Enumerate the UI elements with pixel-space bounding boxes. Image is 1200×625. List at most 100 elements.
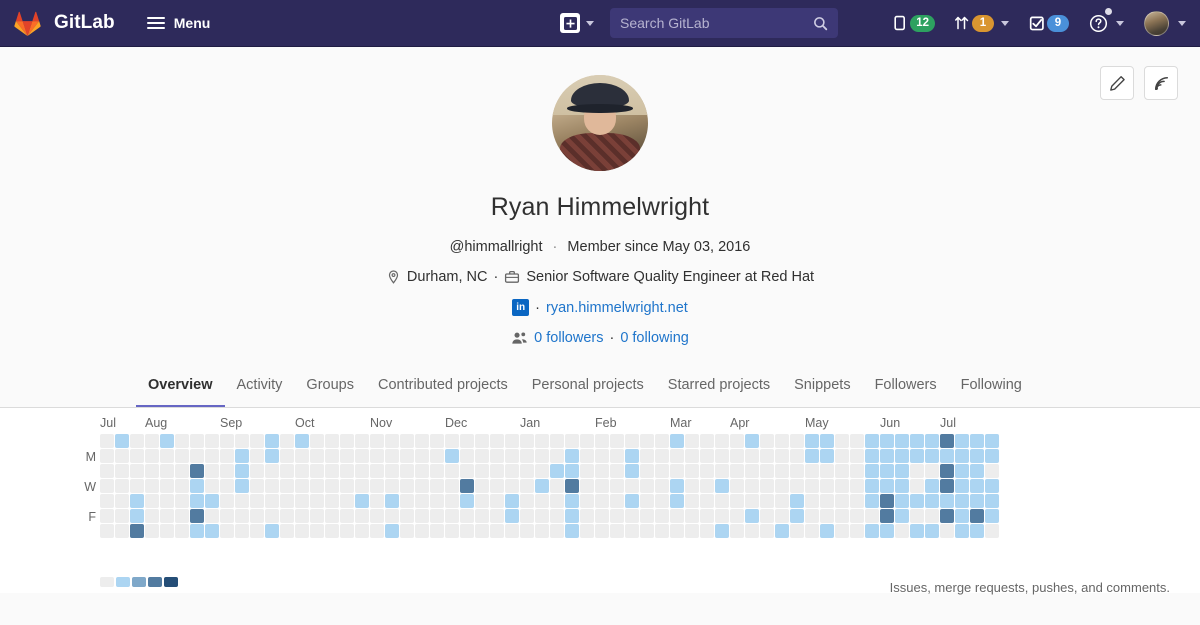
calendar-day-cell[interactable] <box>805 449 819 463</box>
calendar-day-cell[interactable] <box>355 479 369 493</box>
calendar-day-cell[interactable] <box>340 449 354 463</box>
calendar-day-cell[interactable] <box>595 434 609 448</box>
calendar-day-cell[interactable] <box>715 524 729 538</box>
calendar-day-cell[interactable] <box>790 494 804 508</box>
calendar-day-cell[interactable] <box>115 479 129 493</box>
calendar-day-cell[interactable] <box>730 449 744 463</box>
calendar-day-cell[interactable] <box>280 494 294 508</box>
calendar-day-cell[interactable] <box>310 524 324 538</box>
calendar-day-cell[interactable] <box>220 479 234 493</box>
calendar-day-cell[interactable] <box>505 449 519 463</box>
calendar-day-cell[interactable] <box>190 494 204 508</box>
calendar-day-cell[interactable] <box>580 464 594 478</box>
tab-activity[interactable]: Activity <box>225 368 295 407</box>
calendar-day-cell[interactable] <box>310 494 324 508</box>
calendar-day-cell[interactable] <box>865 434 879 448</box>
help-nav-item[interactable] <box>1089 14 1124 33</box>
calendar-day-cell[interactable] <box>940 434 954 448</box>
calendar-day-cell[interactable] <box>550 434 564 448</box>
calendar-day-cell[interactable] <box>775 524 789 538</box>
calendar-day-cell[interactable] <box>985 494 999 508</box>
calendar-day-cell[interactable] <box>880 524 894 538</box>
calendar-day-cell[interactable] <box>640 464 654 478</box>
calendar-day-cell[interactable] <box>520 479 534 493</box>
calendar-day-cell[interactable] <box>385 494 399 508</box>
calendar-day-cell[interactable] <box>415 494 429 508</box>
calendar-day-cell[interactable] <box>370 449 384 463</box>
calendar-day-cell[interactable] <box>790 479 804 493</box>
tab-groups[interactable]: Groups <box>294 368 366 407</box>
calendar-day-cell[interactable] <box>250 464 264 478</box>
calendar-day-cell[interactable] <box>910 509 924 523</box>
calendar-day-cell[interactable] <box>550 494 564 508</box>
create-new-button[interactable] <box>560 13 580 33</box>
calendar-day-cell[interactable] <box>715 449 729 463</box>
tab-followers[interactable]: Followers <box>863 368 949 407</box>
calendar-day-cell[interactable] <box>460 464 474 478</box>
calendar-day-cell[interactable] <box>130 494 144 508</box>
calendar-day-cell[interactable] <box>265 434 279 448</box>
calendar-day-cell[interactable] <box>550 464 564 478</box>
calendar-day-cell[interactable] <box>790 464 804 478</box>
calendar-day-cell[interactable] <box>505 434 519 448</box>
calendar-day-cell[interactable] <box>430 434 444 448</box>
calendar-day-cell[interactable] <box>310 479 324 493</box>
calendar-day-cell[interactable] <box>865 524 879 538</box>
calendar-day-cell[interactable] <box>715 464 729 478</box>
following-link[interactable]: 0 following <box>620 330 689 346</box>
calendar-day-cell[interactable] <box>325 494 339 508</box>
calendar-day-cell[interactable] <box>685 464 699 478</box>
calendar-day-cell[interactable] <box>580 479 594 493</box>
calendar-day-cell[interactable] <box>805 479 819 493</box>
calendar-day-cell[interactable] <box>520 449 534 463</box>
calendar-day-cell[interactable] <box>340 464 354 478</box>
calendar-day-cell[interactable] <box>265 464 279 478</box>
calendar-day-cell[interactable] <box>730 509 744 523</box>
calendar-day-cell[interactable] <box>775 479 789 493</box>
calendar-day-cell[interactable] <box>805 464 819 478</box>
calendar-day-cell[interactable] <box>670 494 684 508</box>
calendar-day-cell[interactable] <box>505 494 519 508</box>
calendar-day-cell[interactable] <box>520 509 534 523</box>
calendar-day-cell[interactable] <box>625 434 639 448</box>
calendar-day-cell[interactable] <box>685 509 699 523</box>
calendar-day-cell[interactable] <box>235 449 249 463</box>
calendar-day-cell[interactable] <box>160 494 174 508</box>
calendar-day-cell[interactable] <box>955 509 969 523</box>
calendar-day-cell[interactable] <box>655 494 669 508</box>
calendar-day-cell[interactable] <box>985 509 999 523</box>
calendar-day-cell[interactable] <box>115 449 129 463</box>
calendar-day-cell[interactable] <box>430 464 444 478</box>
calendar-day-cell[interactable] <box>895 479 909 493</box>
calendar-day-cell[interactable] <box>565 449 579 463</box>
calendar-day-cell[interactable] <box>850 494 864 508</box>
calendar-day-cell[interactable] <box>205 524 219 538</box>
main-menu-button[interactable]: Menu <box>143 10 215 36</box>
calendar-day-cell[interactable] <box>655 464 669 478</box>
tab-following[interactable]: Following <box>949 368 1034 407</box>
calendar-day-cell[interactable] <box>805 494 819 508</box>
calendar-day-cell[interactable] <box>370 434 384 448</box>
calendar-day-cell[interactable] <box>520 464 534 478</box>
calendar-day-cell[interactable] <box>940 464 954 478</box>
calendar-day-cell[interactable] <box>460 509 474 523</box>
gitlab-home-link[interactable]: GitLab <box>14 11 115 36</box>
calendar-day-cell[interactable] <box>115 524 129 538</box>
calendar-day-cell[interactable] <box>865 494 879 508</box>
calendar-day-cell[interactable] <box>985 434 999 448</box>
calendar-day-cell[interactable] <box>415 524 429 538</box>
calendar-day-cell[interactable] <box>370 494 384 508</box>
calendar-day-cell[interactable] <box>835 464 849 478</box>
calendar-day-cell[interactable] <box>715 509 729 523</box>
calendar-day-cell[interactable] <box>190 524 204 538</box>
calendar-day-cell[interactable] <box>415 509 429 523</box>
calendar-day-cell[interactable] <box>700 434 714 448</box>
calendar-day-cell[interactable] <box>550 509 564 523</box>
calendar-day-cell[interactable] <box>475 524 489 538</box>
calendar-day-cell[interactable] <box>835 449 849 463</box>
calendar-day-cell[interactable] <box>700 509 714 523</box>
calendar-day-cell[interactable] <box>895 434 909 448</box>
calendar-day-cell[interactable] <box>400 479 414 493</box>
calendar-day-cell[interactable] <box>145 509 159 523</box>
calendar-day-cell[interactable] <box>445 434 459 448</box>
